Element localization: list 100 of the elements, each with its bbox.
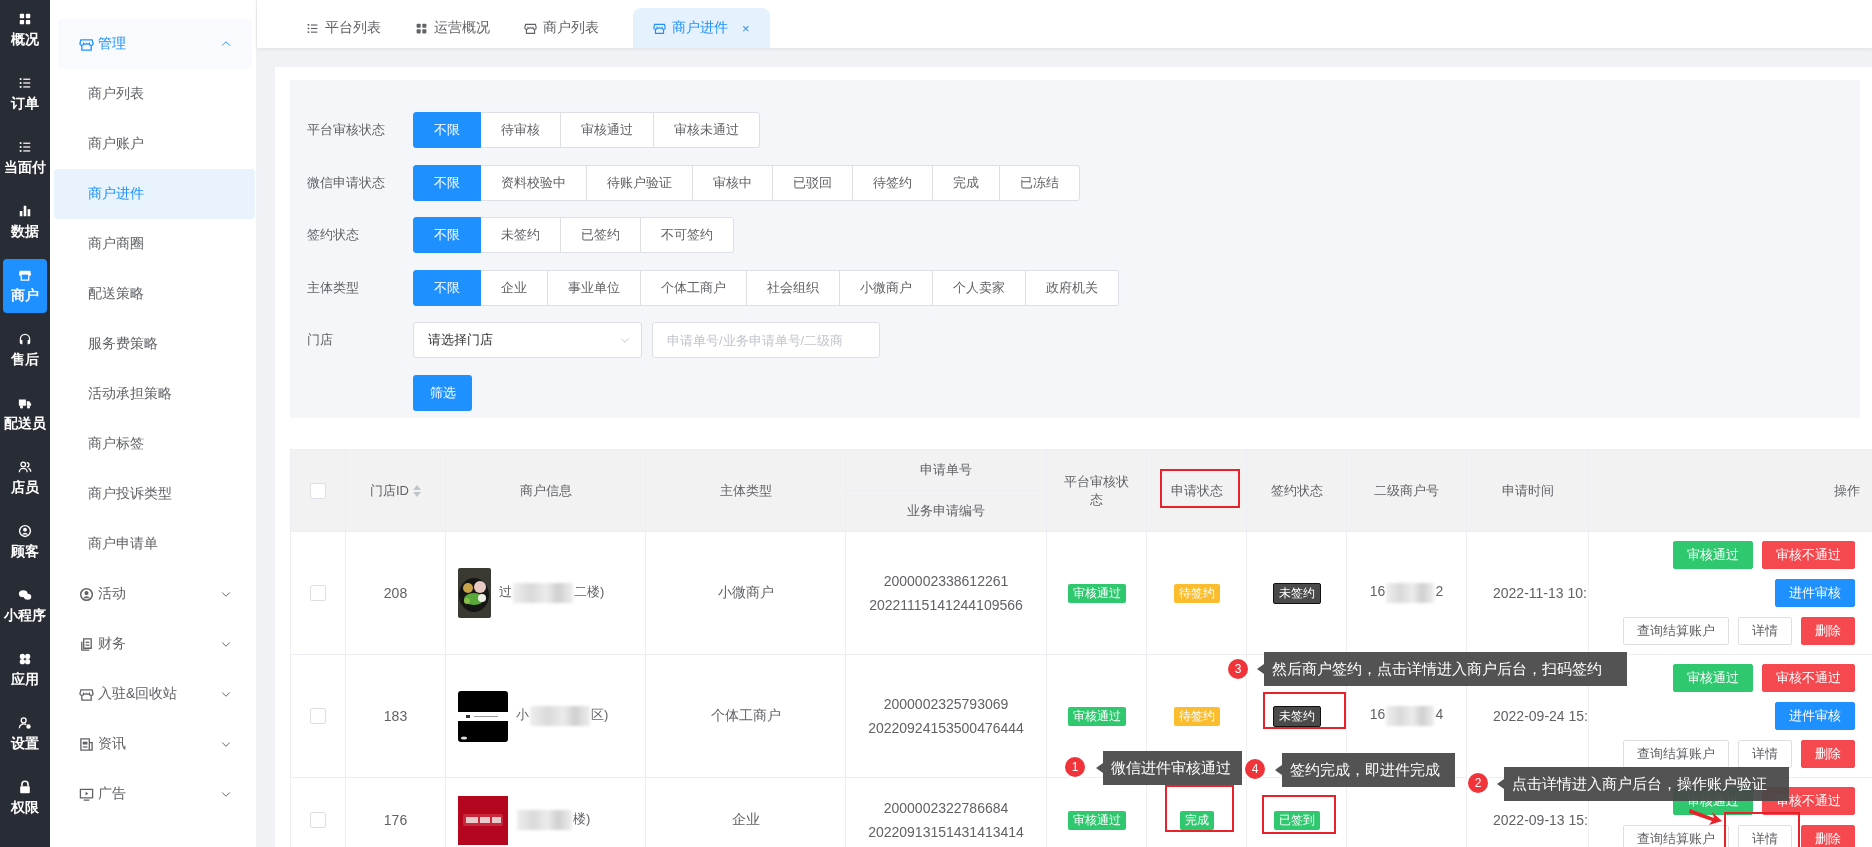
filter-option[interactable]: 不可签约 [640, 217, 734, 253]
clover-icon [18, 651, 32, 666]
nav-rail-item[interactable]: 权限 [3, 771, 47, 825]
filter-option[interactable]: 审核通过 [560, 112, 654, 148]
action-button[interactable]: 查询结算账户 [1623, 740, 1729, 768]
tab[interactable]: 商户列表 [518, 8, 613, 48]
shop-icon [79, 686, 94, 702]
nav-rail-item[interactable]: 订单 [3, 67, 47, 121]
menu-item[interactable]: 商户账户 [54, 119, 255, 169]
nav-rail-item[interactable]: 配送员 [3, 387, 47, 441]
column-header: 二级商户号 [1346, 449, 1467, 532]
redaction-blur [1386, 583, 1435, 603]
action-button[interactable]: 审核不通过 [1762, 664, 1855, 692]
nav-rail-item[interactable]: 小程序 [3, 579, 47, 633]
filter-option[interactable]: 事业单位 [547, 269, 641, 306]
business-number: 20221115141244109566 [869, 597, 1023, 613]
menu-item[interactable]: 商户投诉类型 [54, 469, 255, 519]
action-button[interactable]: 详情 [1738, 617, 1792, 645]
column-header: 申请单号 [845, 449, 1047, 491]
filter-option[interactable]: 未签约 [480, 217, 561, 253]
nav-rail-item[interactable]: 概况 [3, 3, 47, 57]
filter-option[interactable]: 小微商户 [839, 269, 933, 306]
nav-rail-item[interactable]: 顾客 [3, 515, 47, 569]
checkbox[interactable] [310, 585, 326, 602]
filter-option[interactable]: 资料校验中 [480, 164, 587, 201]
filter-option[interactable]: 已签约 [560, 217, 641, 253]
column-header: 操作 [1588, 449, 1872, 532]
filter-option[interactable]: 完成 [932, 164, 1000, 201]
checkbox[interactable] [310, 812, 326, 829]
menu-item[interactable]: 商户标签 [54, 419, 255, 469]
column-header: 平台审核状态 [1046, 449, 1147, 532]
table-cell: 企业 [645, 777, 846, 847]
action-button[interactable]: 审核不通过 [1762, 541, 1855, 569]
nav-rail-item[interactable]: 当面付 [3, 131, 47, 185]
store-select[interactable]: 请选择门店 [413, 322, 642, 358]
status-tag: 已签到 [1273, 810, 1320, 830]
action-button[interactable]: 删除 [1801, 825, 1855, 847]
list-icon [18, 139, 32, 154]
merchant-name: 小 [516, 707, 529, 723]
shop-icon [524, 21, 537, 35]
menu-group[interactable]: 活动 [58, 569, 252, 619]
nav-rail-item[interactable]: 设置 [3, 707, 47, 761]
menu-item[interactable]: 商户商圈 [54, 219, 255, 269]
action-button[interactable]: 删除 [1801, 617, 1855, 645]
grid-icon [18, 11, 32, 26]
menu-group[interactable]: 财务 [58, 619, 252, 669]
nav-rail-item[interactable]: 应用 [3, 643, 47, 697]
user-gear-icon [18, 715, 32, 730]
action-button[interactable]: 详情 [1738, 740, 1792, 768]
filter-option[interactable]: 政府机关 [1025, 269, 1119, 306]
column-header: 主体类型 [645, 449, 846, 532]
business-number: 20220924153500476444 [868, 720, 1024, 736]
lock-icon [18, 779, 32, 794]
menu-item[interactable]: 活动承担策略 [54, 369, 255, 419]
user-icon [18, 523, 32, 538]
nav-rail-item[interactable]: 店员 [3, 451, 47, 505]
filter-option[interactable]: 个人卖家 [932, 269, 1026, 306]
action-button[interactable]: 详情 [1738, 825, 1792, 847]
action-button[interactable]: 删除 [1801, 740, 1855, 768]
filter-option[interactable]: 企业 [480, 269, 548, 306]
filter-option[interactable]: 个体工商户 [640, 269, 747, 306]
list-icon [18, 75, 32, 90]
filter-option[interactable]: 已驳回 [772, 164, 853, 201]
menu-item[interactable]: 商户列表 [54, 69, 255, 119]
filter-option[interactable]: 审核未通过 [653, 112, 760, 148]
filter-option[interactable]: 待审核 [480, 112, 561, 148]
filter-option[interactable]: 社会组织 [746, 269, 840, 306]
merchant-number: 16 [1369, 583, 1386, 600]
status-tag: 审核通过 [1067, 583, 1126, 603]
filter-option[interactable]: 待签约 [852, 164, 933, 201]
menu-item[interactable]: 商户申请单 [54, 519, 255, 569]
menu-group[interactable]: 资讯 [58, 719, 252, 769]
status-tag: 完成 [1179, 810, 1214, 830]
column-header: 申请时间 [1466, 449, 1589, 532]
action-button[interactable]: 查询结算账户 [1623, 825, 1729, 847]
filter-option[interactable]: 待账户验证 [586, 164, 693, 201]
filter-label: 签约状态 [307, 226, 360, 244]
status-tag: 审核通过 [1067, 706, 1126, 726]
menu-item[interactable]: 配送策略 [54, 269, 255, 319]
menu-item[interactable]: 服务费策略 [54, 319, 255, 369]
search-field[interactable]: 申请单号/业务申请单号/二级商 [652, 322, 880, 358]
tab[interactable]: 运营概况 [409, 8, 504, 48]
status-tag: 审核通过 [1067, 810, 1126, 830]
action-button[interactable]: 查询结算账户 [1623, 617, 1729, 645]
apply-number: 2000002325793069 [883, 696, 1009, 712]
apply-number: 2000002322786684 [883, 800, 1009, 816]
filter-option[interactable]: 审核中 [692, 164, 773, 201]
apply-number: 2000002338612261 [883, 573, 1009, 589]
column-header: 商户信息 [445, 449, 646, 532]
nav-rail-item[interactable]: 数据 [3, 195, 47, 249]
menu-group[interactable]: 广告 [58, 769, 252, 819]
monitor-icon [79, 786, 94, 802]
filter-option[interactable]: 已冻结 [999, 164, 1080, 201]
merchant-number: 4 [1435, 706, 1444, 723]
nav-rail-item[interactable]: 售后 [3, 323, 47, 377]
menu-group[interactable]: 入驻&回收站 [58, 669, 252, 719]
checkbox[interactable] [310, 482, 326, 499]
checkbox[interactable] [310, 708, 326, 725]
table-cell: 208 [345, 531, 446, 655]
tab[interactable]: 平台列表 [300, 8, 395, 48]
